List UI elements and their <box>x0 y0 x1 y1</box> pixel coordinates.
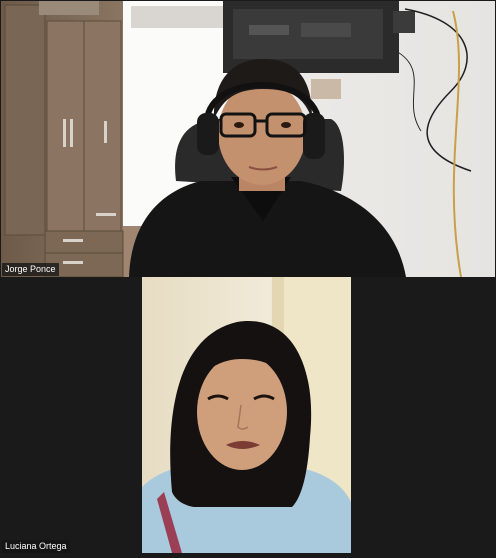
participant-video-jorge-ponce <box>1 1 495 277</box>
participant-tile-jorge-ponce[interactable]: Jorge Ponce <box>1 1 495 277</box>
participant-name-label: Luciana Ortega <box>2 540 70 553</box>
participant-tile-luciana-ortega[interactable]: Luciana Ortega <box>1 277 495 557</box>
participant-video-luciana-ortega <box>142 277 351 553</box>
participant-name-label: Jorge Ponce <box>2 263 59 276</box>
video-call-window: Jorge Ponce Luciana Ortega <box>0 0 496 558</box>
